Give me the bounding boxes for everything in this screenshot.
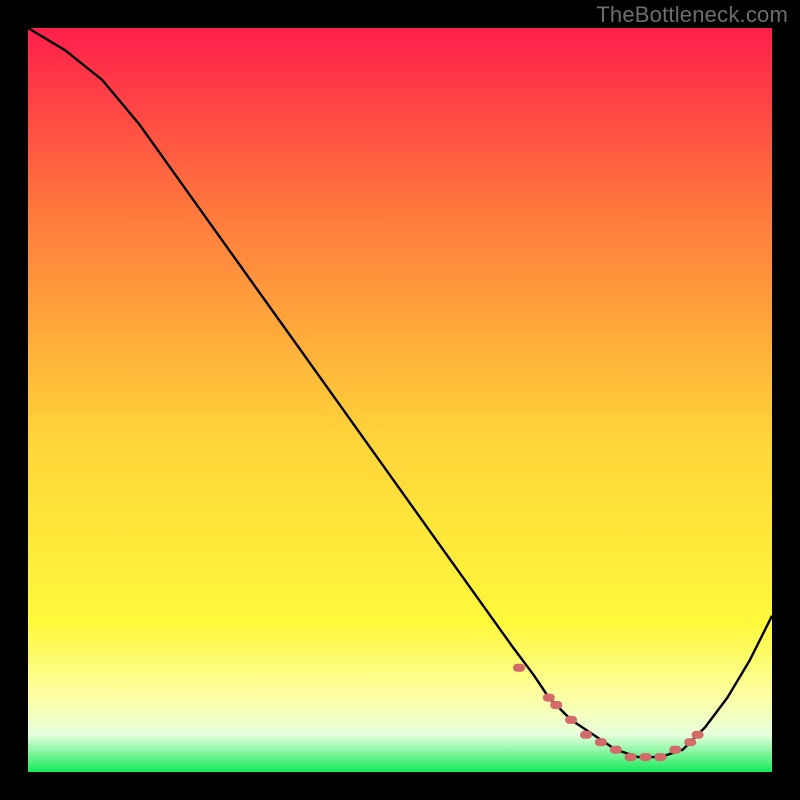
marker-dot: [684, 738, 696, 746]
marker-dot: [595, 738, 607, 746]
marker-dot: [625, 753, 637, 761]
chart-svg: [28, 28, 772, 772]
watermark-text: TheBottleneck.com: [596, 2, 788, 28]
marker-dot: [513, 664, 525, 672]
chart-frame: TheBottleneck.com: [0, 0, 800, 800]
marker-dot: [669, 746, 681, 754]
marker-dot: [565, 716, 577, 724]
chart-plot-area: [28, 28, 772, 772]
marker-dot: [543, 694, 555, 702]
marker-dot: [610, 746, 622, 754]
marker-dot: [550, 701, 562, 709]
marker-dot: [640, 753, 652, 761]
chart-background: [28, 28, 772, 772]
marker-dot: [654, 753, 666, 761]
marker-dot: [580, 731, 592, 739]
marker-dot: [692, 731, 704, 739]
